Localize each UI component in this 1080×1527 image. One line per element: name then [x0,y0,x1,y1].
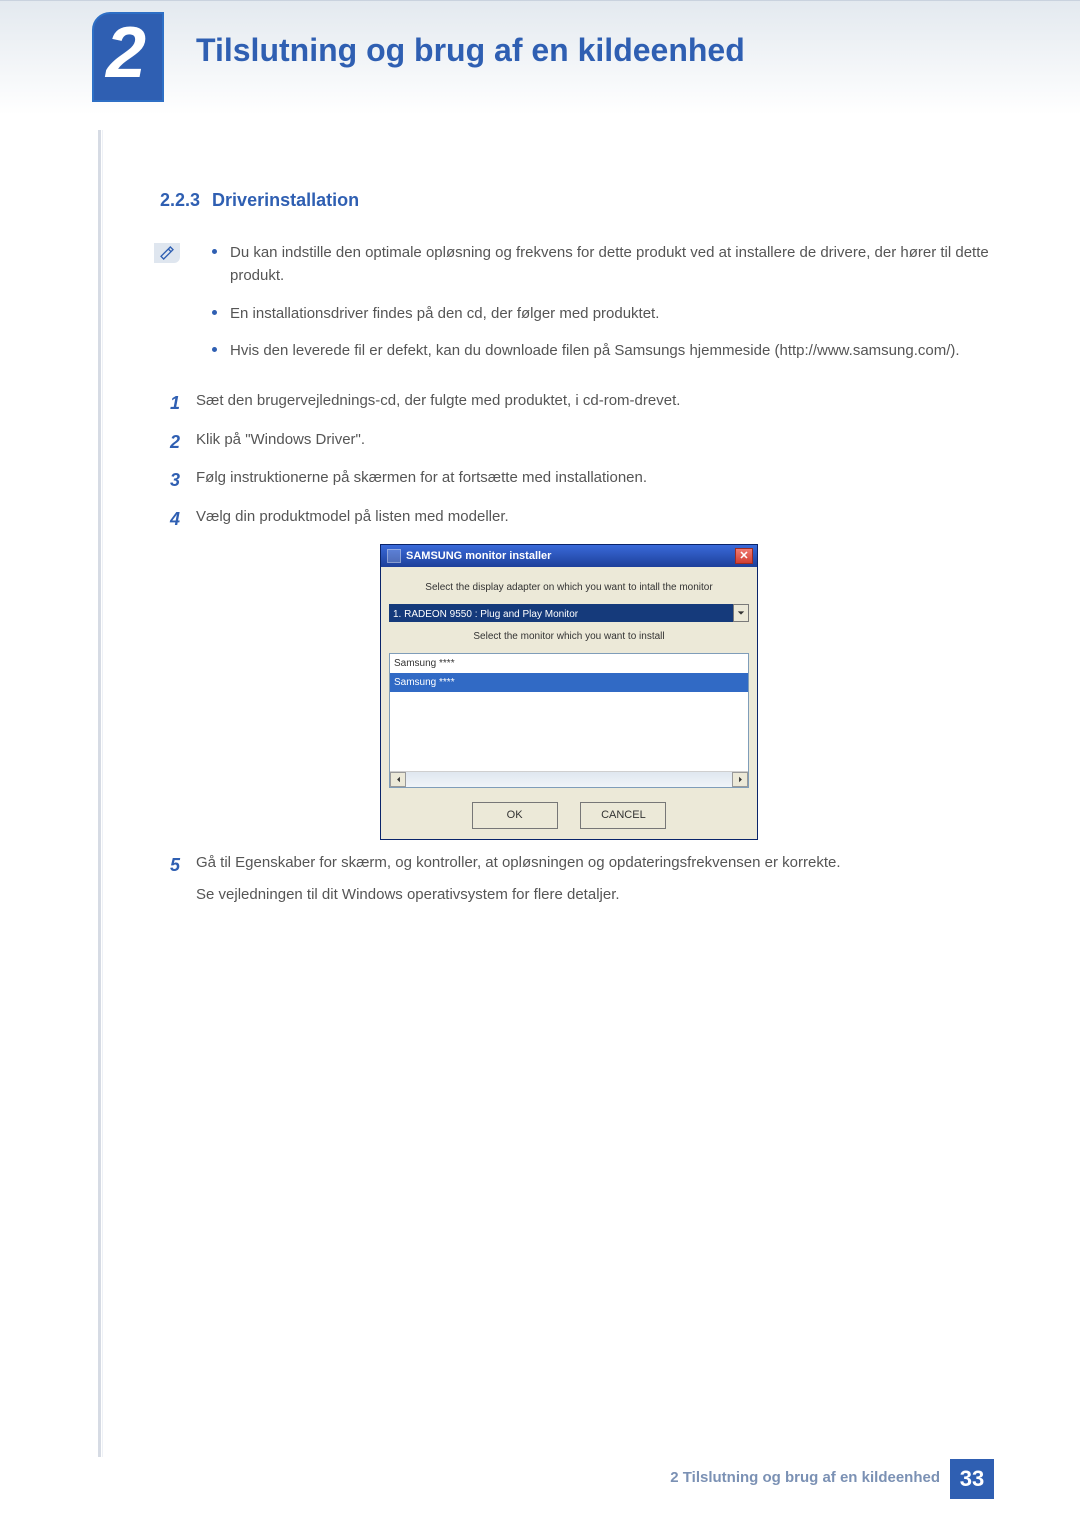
close-icon[interactable]: ✕ [735,548,753,564]
section-heading: 2.2.3 Driverinstallation [160,190,990,211]
horizontal-scrollbar[interactable] [390,771,748,787]
cancel-button[interactable]: CANCEL [580,802,666,829]
chapter-number: 2 [106,12,146,94]
step-text: Vælg din produktmodel på listen med mode… [196,504,990,535]
dialog-body: Select the display adapter on which you … [381,567,757,839]
step-item: 1 Sæt den brugervejlednings-cd, der fulg… [170,388,990,419]
page-number-badge: 33 [950,1459,994,1499]
arrow-left-icon[interactable] [390,772,406,787]
note-bullet: Du kan indstille den optimale opløsning … [230,241,990,288]
step-number: 4 [170,504,196,535]
main-content: 2.2.3 Driverinstallation Du kan indstille… [160,190,990,921]
adapter-label: Select the display adapter on which you … [389,579,749,596]
step-text: Gå til Egenskaber for skærm, og kontroll… [196,850,990,913]
chapter-title: Tilslutning og brug af en kildeenhed [196,32,745,69]
step-number: 3 [170,465,196,496]
note-block: Du kan indstille den optimale opløsning … [160,241,990,362]
step-number: 2 [170,427,196,458]
arrow-right-icon[interactable] [732,772,748,787]
dialog-app-icon [387,549,401,563]
adapter-combobox[interactable]: 1. RADEON 9550 : Plug and Play Monitor [389,604,749,622]
note-pencil-icon [154,243,180,263]
dialog-button-row: OK CANCEL [389,802,749,829]
note-bullet: Hvis den leverede fil er defekt, kan du … [230,339,990,362]
step-item: 5 Gå til Egenskaber for skærm, og kontro… [170,850,990,913]
step-text: Følg instruktionerne på skærmen for at f… [196,465,990,496]
installer-screenshot: SAMSUNG monitor installer ✕ Select the d… [380,544,990,840]
section-number: 2.2.3 [160,190,200,210]
note-bullet-list: Du kan indstille den optimale opløsning … [230,241,990,362]
scrollbar-track[interactable] [406,772,732,787]
footer-chapter-title: 2 Tilslutning og brug af en kildeenhed [670,1469,940,1486]
dialog-titlebar: SAMSUNG monitor installer ✕ [381,545,757,567]
ok-button[interactable]: OK [472,802,558,829]
steps-list: 1 Sæt den brugervejlednings-cd, der fulg… [170,388,990,913]
step-item: 2 Klik på "Windows Driver". [170,427,990,458]
left-margin-rule [98,130,103,1457]
step-item: 4 Vælg din produktmodel på listen med mo… [170,504,990,535]
step-text: Klik på "Windows Driver". [196,427,990,458]
page-footer: 2 Tilslutning og brug af en kildeenhed 3… [0,1459,1080,1499]
step-number: 1 [170,388,196,419]
installer-dialog: SAMSUNG monitor installer ✕ Select the d… [380,544,758,840]
adapter-combobox-value: 1. RADEON 9550 : Plug and Play Monitor [389,604,733,622]
step-number: 5 [170,850,196,913]
note-bullet: En installationsdriver findes på den cd,… [230,302,990,325]
monitor-listbox[interactable]: Samsung **** Samsung **** [389,653,749,788]
step-item: 3 Følg instruktionerne på skærmen for at… [170,465,990,496]
step-text: Sæt den brugervejlednings-cd, der fulgte… [196,388,990,419]
list-item[interactable]: Samsung **** [390,654,748,673]
monitor-label: Select the monitor which you want to ins… [389,628,749,645]
chapter-number-badge: 2 [92,12,164,102]
list-item[interactable]: Samsung **** [390,673,748,692]
dialog-title: SAMSUNG monitor installer [406,547,551,566]
chevron-down-icon[interactable] [733,604,749,622]
section-title: Driverinstallation [212,190,359,210]
